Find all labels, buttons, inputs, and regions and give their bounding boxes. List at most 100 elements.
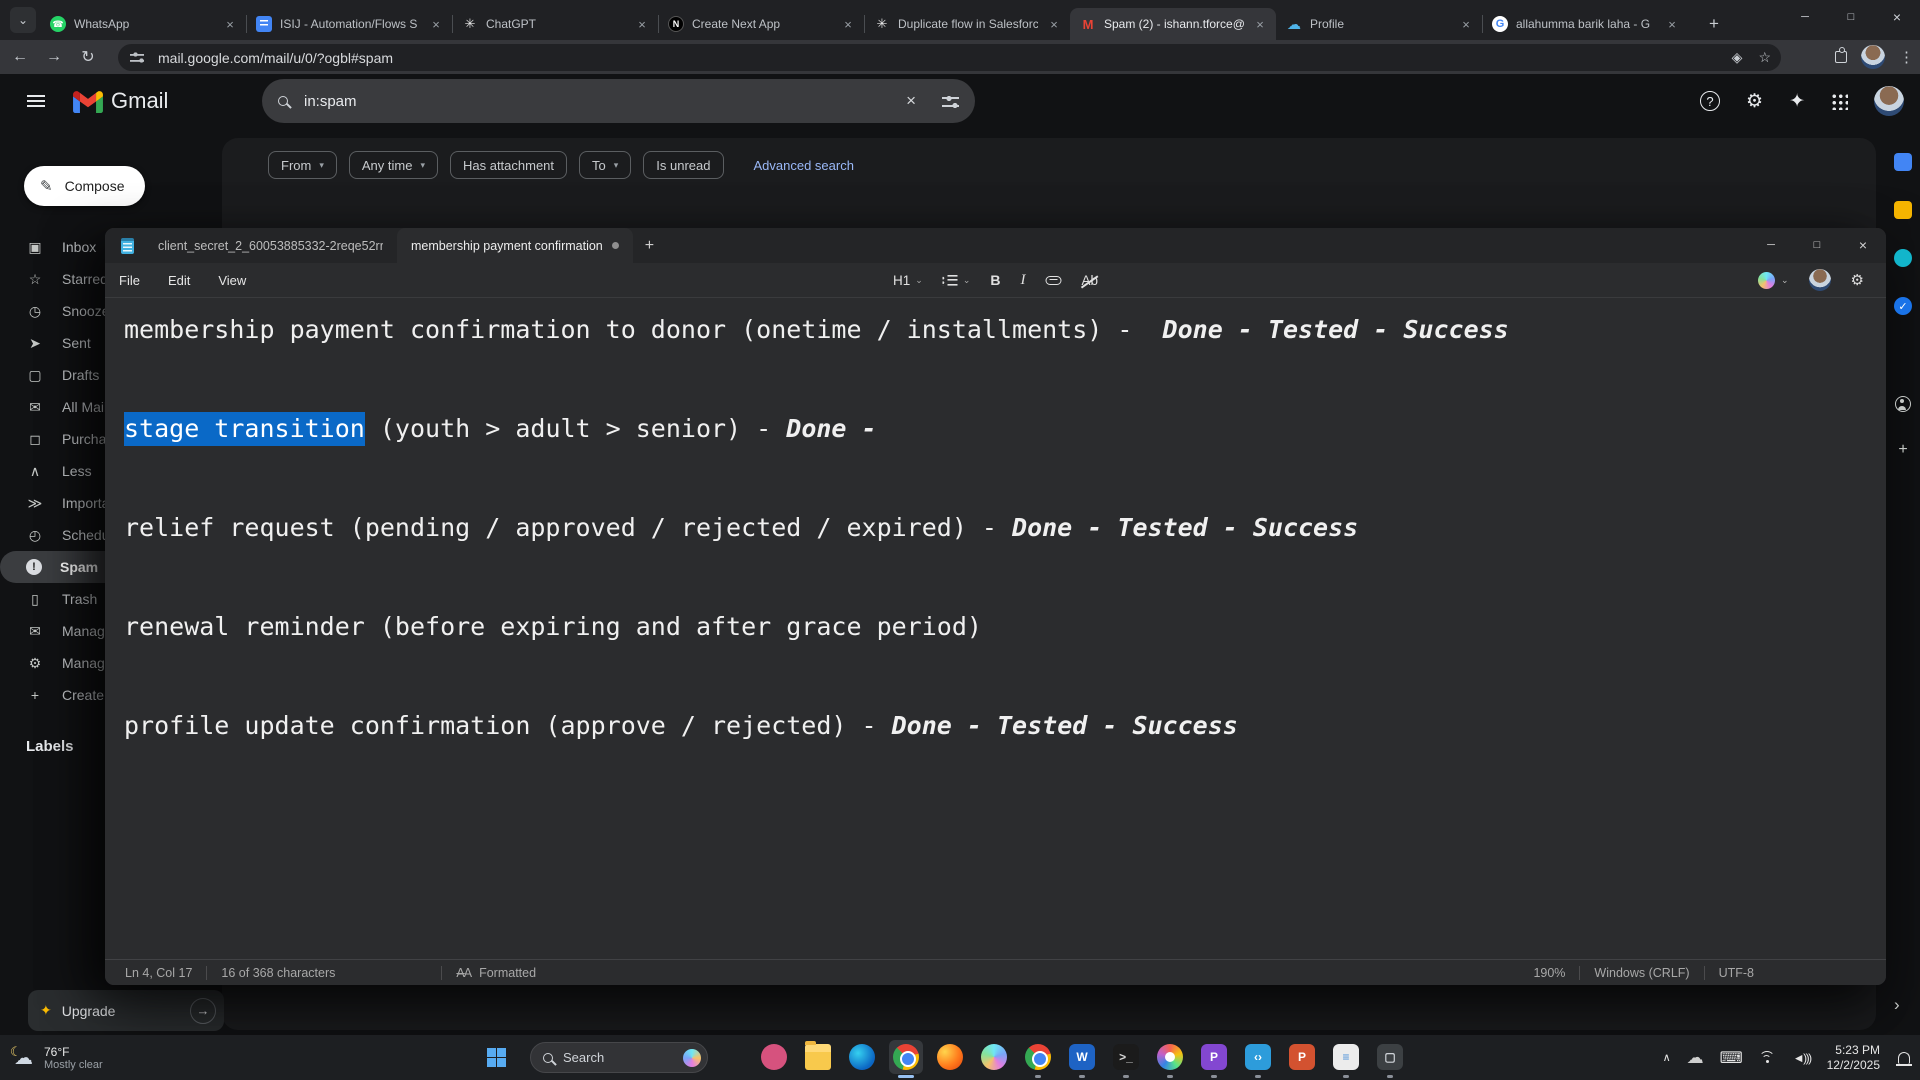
tab-close-icon[interactable]: × xyxy=(1252,16,1268,32)
minimize-button[interactable]: ─ xyxy=(1782,0,1828,34)
heading-style-dropdown[interactable]: H1 ⌄ xyxy=(893,273,923,288)
advanced-search-link[interactable]: Advanced search xyxy=(754,158,854,173)
taskbar-search[interactable]: Search xyxy=(530,1042,708,1073)
google-apps-grid-icon[interactable] xyxy=(1831,92,1848,110)
keyboard-icon[interactable]: ⌨ xyxy=(1720,1048,1743,1068)
upgrade-arrow-icon[interactable]: → xyxy=(190,997,216,1024)
notepad-account-avatar[interactable] xyxy=(1808,269,1831,291)
new-tab-button[interactable]: + xyxy=(1700,10,1728,38)
tray-chevron-icon[interactable]: ∧ xyxy=(1663,1051,1671,1064)
browser-tab[interactable]: ✳ Duplicate flow in Salesforce × xyxy=(864,8,1070,40)
close-button[interactable]: × xyxy=(1874,0,1920,34)
main-menu-icon[interactable] xyxy=(27,95,45,107)
taskbar-terminal-icon[interactable]: >_ xyxy=(1109,1040,1143,1078)
reload-button[interactable]: ↻ xyxy=(74,43,102,71)
formatted-indicator[interactable]: AA Formatted xyxy=(441,965,550,980)
tab-search-button[interactable]: ⌄ xyxy=(10,7,36,33)
browser-tab[interactable]: M Spam (2) - ishann.tforce@ × xyxy=(1070,8,1276,40)
taskbar-copilot-icon[interactable] xyxy=(977,1040,1011,1074)
notepad-new-tab-button[interactable]: + xyxy=(645,237,654,255)
forward-button[interactable]: → xyxy=(40,43,68,71)
zoom-level[interactable]: 190% xyxy=(1519,966,1579,980)
taskbar-app-orange-icon[interactable]: P xyxy=(1285,1040,1319,1074)
browser-tab[interactable]: ☎ WhatsApp × xyxy=(40,8,246,40)
upgrade-button[interactable]: ✦ Upgrade → xyxy=(28,990,224,1031)
filter-chip-from[interactable]: From ▾ xyxy=(268,151,337,179)
browser-tab[interactable]: ☁ Profile × xyxy=(1276,8,1482,40)
site-info-icon[interactable] xyxy=(130,51,146,64)
browser-tab[interactable]: N Create Next App × xyxy=(658,8,864,40)
notifications-bell-icon[interactable] xyxy=(1895,1051,1913,1066)
notepad-settings-icon[interactable]: ⚙ xyxy=(1851,271,1864,289)
bookmark-star-icon[interactable]: ☆ xyxy=(1758,49,1771,66)
insert-link-icon[interactable] xyxy=(1045,275,1062,285)
browser-profile-avatar[interactable] xyxy=(1861,45,1885,69)
tab-close-icon[interactable]: × xyxy=(428,16,444,32)
filter-chip-any-time[interactable]: Any time ▾ xyxy=(348,151,438,179)
mail-search-bar[interactable]: × xyxy=(262,79,975,123)
filter-chip-has-attachment[interactable]: Has attachment xyxy=(449,151,568,179)
side-panel-keep-icon[interactable] xyxy=(1889,196,1917,224)
clear-search-icon[interactable]: × xyxy=(906,91,916,111)
taskbar-app-purple-icon[interactable]: P xyxy=(1197,1040,1231,1078)
filter-chip-to[interactable]: To ▾ xyxy=(579,151,632,179)
taskbar-edge-icon[interactable] xyxy=(845,1040,879,1074)
tab-close-icon[interactable]: × xyxy=(222,16,238,32)
notepad-editor[interactable]: membership payment confirmation to donor… xyxy=(105,297,1886,959)
list-dropdown[interactable]: ⌄ xyxy=(942,274,970,286)
browser-tab[interactable]: ✳ ChatGPT × xyxy=(452,8,658,40)
notepad-tab[interactable]: client_secret_2_60053885332-2reqe52rribc xyxy=(144,228,397,263)
browser-menu-icon[interactable]: ⋮ xyxy=(1899,48,1914,66)
extensions-icon[interactable] xyxy=(1835,47,1847,63)
clear-formatting-icon[interactable]: Ab xyxy=(1081,273,1098,288)
browser-tab[interactable]: Gallahumma barik laha - G × xyxy=(1482,8,1688,40)
weather-widget[interactable]: ☾ ☁ 76°F Mostly clear xyxy=(10,1035,103,1080)
back-button[interactable]: ← xyxy=(6,43,34,71)
side-panel-add-icon[interactable]: + xyxy=(1889,436,1917,464)
show-side-panel-chevron[interactable]: › xyxy=(1894,995,1900,1015)
side-panel-calendar-icon[interactable] xyxy=(1889,148,1917,176)
search-options-icon[interactable] xyxy=(942,94,959,108)
tab-close-icon[interactable]: × xyxy=(1046,16,1062,32)
address-bar[interactable]: mail.google.com/mail/u/0/?ogbl#spam ◈ ☆ xyxy=(118,44,1781,71)
volume-icon[interactable]: ◄))) xyxy=(1793,1051,1812,1065)
start-button[interactable] xyxy=(487,1048,506,1067)
menu-view[interactable]: View xyxy=(204,273,260,288)
gemini-sparkle-icon[interactable]: ✦ xyxy=(1789,90,1805,113)
tab-close-icon[interactable]: × xyxy=(1458,16,1474,32)
notepad-close-button[interactable]: × xyxy=(1840,228,1886,261)
italic-button[interactable]: I xyxy=(1020,272,1025,289)
taskbar-word-icon[interactable]: W xyxy=(1065,1040,1099,1078)
bold-button[interactable]: B xyxy=(990,272,1000,288)
account-avatar[interactable] xyxy=(1874,86,1904,116)
taskbar-file-explorer-icon[interactable] xyxy=(801,1040,835,1074)
tab-close-icon[interactable]: × xyxy=(840,16,856,32)
url-text[interactable]: mail.google.com/mail/u/0/?ogbl#spam xyxy=(158,50,1716,66)
clock[interactable]: 5:23 PM 12/2/2025 xyxy=(1827,1043,1880,1073)
copilot-menu[interactable]: ⌄ xyxy=(1758,271,1789,289)
taskbar-chrome-icon[interactable] xyxy=(889,1040,923,1078)
side-panel-tasks-icon[interactable]: ✓ xyxy=(1889,292,1917,320)
help-icon[interactable]: ? xyxy=(1700,91,1721,111)
settings-gear-icon[interactable]: ⚙ xyxy=(1746,90,1763,113)
notepad-minimize-button[interactable]: ─ xyxy=(1748,228,1794,261)
menu-file[interactable]: File xyxy=(105,273,154,288)
wifi-icon[interactable] xyxy=(1758,1051,1777,1064)
compose-button[interactable]: ✎ Compose xyxy=(24,166,145,206)
search-input[interactable] xyxy=(304,92,907,110)
menu-edit[interactable]: Edit xyxy=(154,273,204,288)
reading-mode-icon[interactable]: ◈ xyxy=(1732,49,1743,66)
taskbar-chrome-profile-2-icon[interactable] xyxy=(1021,1040,1055,1078)
search-icon[interactable] xyxy=(278,96,288,106)
notepad-maximize-button[interactable]: □ xyxy=(1794,228,1840,261)
gmail-logo[interactable]: Gmail xyxy=(73,88,168,114)
tab-close-icon[interactable]: × xyxy=(634,16,650,32)
line-ending[interactable]: Windows (CRLF) xyxy=(1580,966,1703,980)
notepad-tab[interactable]: membership payment confirmation xyxy=(397,228,633,263)
filter-chip-is-unread[interactable]: Is unread xyxy=(643,151,724,179)
taskbar-photos-icon[interactable] xyxy=(1153,1040,1187,1078)
onedrive-icon[interactable]: ☁ xyxy=(1687,1048,1704,1068)
side-panel-person-icon[interactable] xyxy=(1889,390,1917,418)
tab-close-icon[interactable]: × xyxy=(1664,16,1680,32)
encoding[interactable]: UTF-8 xyxy=(1705,966,1768,980)
